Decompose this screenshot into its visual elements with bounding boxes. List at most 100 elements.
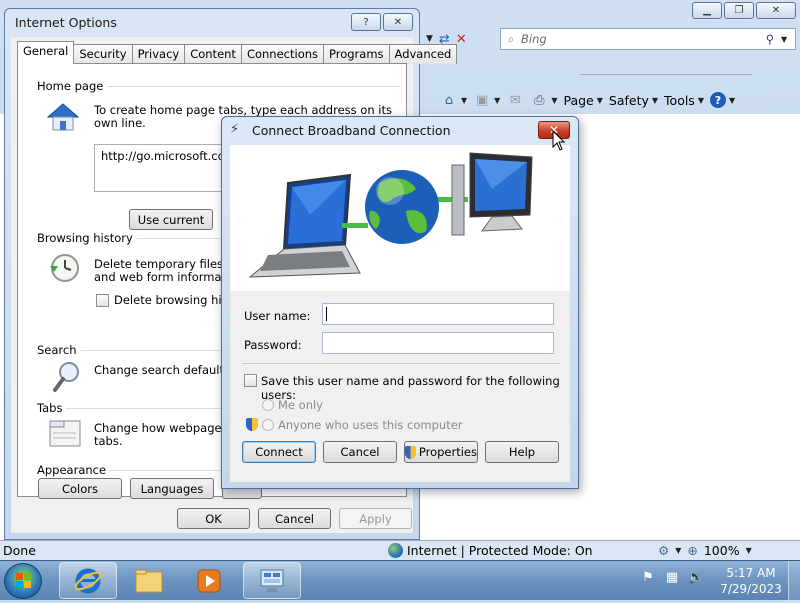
dialog-title: Internet Options [15,15,117,30]
help-button[interactable]: Help [485,441,559,463]
help-button[interactable]: ? [351,13,381,31]
history-clock-icon [48,252,80,287]
home-page-heading: Home page [37,79,108,93]
globe-icon [365,170,439,244]
chevron-down-icon[interactable]: ▼ [675,546,681,555]
colors-button[interactable]: Colors [38,478,122,499]
search-icon[interactable]: ⚲ [759,32,781,46]
connection-banner-image [230,145,570,291]
connect-dialog-body: User name: Password: Save this user name… [230,145,570,482]
taskbar-control-panel[interactable] [243,562,301,599]
help-icon: ? [709,92,726,108]
tab-advanced[interactable]: Advanced [388,44,458,64]
command-bar: ⌂ ▼ ▣ ▼ ✉ ⎙ ▼ Page ▼ Safety ▼ Tools ▼ ? … [440,86,735,114]
safety-menu-label: Safety [608,92,649,108]
magnifier-icon [52,360,82,397]
chevron-down-icon: ▼ [596,95,603,105]
chevron-down-icon: ▼ [728,95,736,105]
status-right: ⚙ ▼ ⊕ 100% ▼ [658,543,752,558]
maximize-button[interactable]: ❐ [724,2,754,19]
print-button[interactable]: ⎙ ▼ [530,92,557,108]
clock[interactable]: 5:17 AM 7/29/2023 [716,565,786,597]
chevron-down-icon[interactable]: ▼ [746,546,752,555]
rss-icon: ▣ [476,92,489,108]
home-page-icon [46,102,80,135]
start-button[interactable] [4,563,42,599]
ok-button[interactable]: OK [177,508,250,529]
feeds-button[interactable]: ▣ ▼ [473,92,500,108]
volume-muted-icon[interactable]: 🔈 [688,569,704,585]
taskbar-internet-explorer[interactable] [59,562,117,599]
tab-programs[interactable]: Programs [323,44,390,64]
safety-menu[interactable]: Safety ▼ [609,93,658,108]
password-label: Password: [244,338,302,352]
zoom-level[interactable]: 100% [704,543,740,558]
cancel-button[interactable]: Cancel [258,508,331,529]
security-zone[interactable]: Internet | Protected Mode: On [388,543,593,558]
taskbar: ⚑ ▦ 🔈 5:17 AM 7/29/2023 [0,560,800,601]
close-button[interactable]: ✕ [383,13,413,31]
stop-icon[interactable]: ✕ [456,32,467,47]
me-only-radio[interactable] [262,399,274,411]
username-label: User name: [244,309,311,323]
clock-date: 7/29/2023 [720,582,782,596]
taskbar-media-player[interactable] [180,562,238,599]
connect-broadband-dialog: ⚡ Connect Broadband Connection ✕ User na… [221,116,579,489]
tab-content[interactable]: Content [184,44,242,64]
properties-button[interactable]: Properties [404,441,478,463]
link-bar-left [342,223,368,228]
search-box[interactable]: ⌕ Bing ⚲ ▼ [500,28,796,50]
system-tray: ⚑ ▦ 🔈 [640,569,704,585]
network-icon[interactable]: ▦ [664,569,680,585]
mail-icon: ✉ [509,92,521,108]
windows-logo-icon [16,573,31,588]
tab-connections[interactable]: Connections [240,44,325,64]
use-current-button[interactable]: Use current [129,209,213,230]
tabs-description-2: tabs. [94,434,123,448]
browsing-history-heading: Browsing history [37,231,137,245]
anyone-radio[interactable] [262,419,274,431]
minimize-icon: ▁ [703,5,711,16]
connect-button-label: Connect [255,445,303,459]
protected-mode-icon[interactable]: ⚙ [658,543,669,558]
ie-close-button[interactable]: ✕ [756,2,796,19]
divider [242,363,560,364]
page-menu[interactable]: Page ▼ [563,93,602,108]
search-heading: Search [37,343,81,357]
tab-security[interactable]: Security [73,44,133,64]
media-player-icon [197,569,221,592]
connect-button[interactable]: Connect [242,441,316,463]
search-options-arrow-icon[interactable]: ▼ [781,35,795,44]
globe-icon [388,543,403,558]
username-field[interactable] [322,303,554,325]
help-menu[interactable]: ? ▼ [709,92,736,108]
page-menu-label: Page [563,92,594,108]
home-page-url-value: http://go.microsoft.com/ [101,149,240,163]
show-desktop-button[interactable] [788,561,800,601]
tab-general[interactable]: General [17,41,75,64]
delete-history-on-exit-checkbox[interactable] [96,294,109,307]
home-icon: ⌂ [444,92,454,108]
cancel-button[interactable]: Cancel [323,441,397,463]
question-icon: ? [363,16,369,28]
search-description: Change search defaults. [94,363,234,377]
apply-button[interactable]: Apply [339,508,412,529]
tab-privacy[interactable]: Privacy [131,44,186,64]
ie-caption-buttons: ▁ ❐ ✕ [692,2,796,19]
cancel-button-label: Cancel [340,445,380,459]
chevron-down-icon: ▼ [697,95,704,105]
tools-menu[interactable]: Tools ▼ [664,93,704,108]
save-credentials-checkbox[interactable] [244,374,257,387]
password-field[interactable] [322,332,554,354]
me-only-label: Me only [278,398,323,412]
read-mail-button[interactable]: ✉ [506,92,524,108]
home-button[interactable]: ⌂ ▼ [440,92,467,108]
chevron-down-icon: ▼ [494,95,501,105]
anyone-label: Anyone who uses this computer [278,418,463,432]
taskbar-explorer[interactable] [120,562,178,599]
uac-shield-icon [246,418,258,431]
folder-icon [135,569,163,592]
action-center-flag-icon[interactable]: ⚑ [640,569,656,585]
languages-button[interactable]: Languages [130,478,214,499]
minimize-button[interactable]: ▁ [692,2,722,19]
